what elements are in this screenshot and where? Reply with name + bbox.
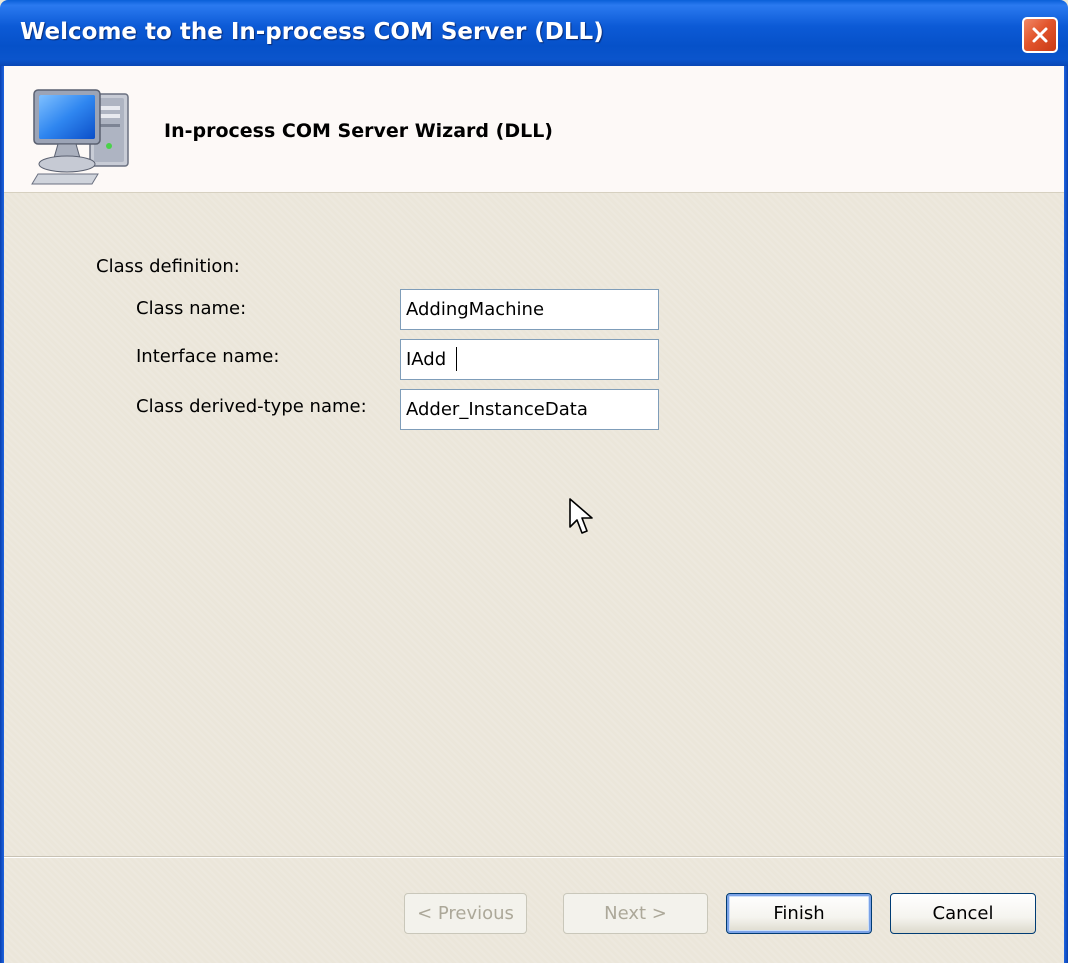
next-button[interactable]: Next > xyxy=(563,893,708,934)
derived-type-label: Class derived-type name: xyxy=(136,396,367,417)
close-button[interactable] xyxy=(1022,17,1058,53)
derived-type-input[interactable] xyxy=(400,389,659,430)
wizard-header: In-process COM Server Wizard (DLL) xyxy=(4,66,1064,193)
class-name-label: Class name: xyxy=(136,298,247,319)
finish-button[interactable]: Finish xyxy=(726,893,872,934)
computer-icon xyxy=(28,84,138,188)
previous-button[interactable]: < Previous xyxy=(404,893,527,934)
class-name-input[interactable] xyxy=(400,289,659,330)
cancel-button[interactable]: Cancel xyxy=(890,893,1036,934)
wizard-window: Welcome to the In-process COM Server (DL… xyxy=(0,0,1068,963)
interface-name-label: Interface name: xyxy=(136,346,280,367)
wizard-title: In-process COM Server Wizard (DLL) xyxy=(164,120,553,142)
text-caret xyxy=(456,347,457,371)
wizard-footer: < Previous Next > Finish Cancel xyxy=(4,858,1064,963)
close-icon xyxy=(1030,25,1050,45)
interface-name-input[interactable] xyxy=(400,339,659,380)
window-title: Welcome to the In-process COM Server (DL… xyxy=(20,19,604,45)
class-definition-label: Class definition: xyxy=(96,256,240,277)
title-bar[interactable]: Welcome to the In-process COM Server (DL… xyxy=(0,0,1068,66)
wizard-body: Class definition: Class name: Interface … xyxy=(4,193,1064,856)
window-frame-right xyxy=(1064,66,1068,963)
mouse-pointer-icon xyxy=(568,497,596,541)
